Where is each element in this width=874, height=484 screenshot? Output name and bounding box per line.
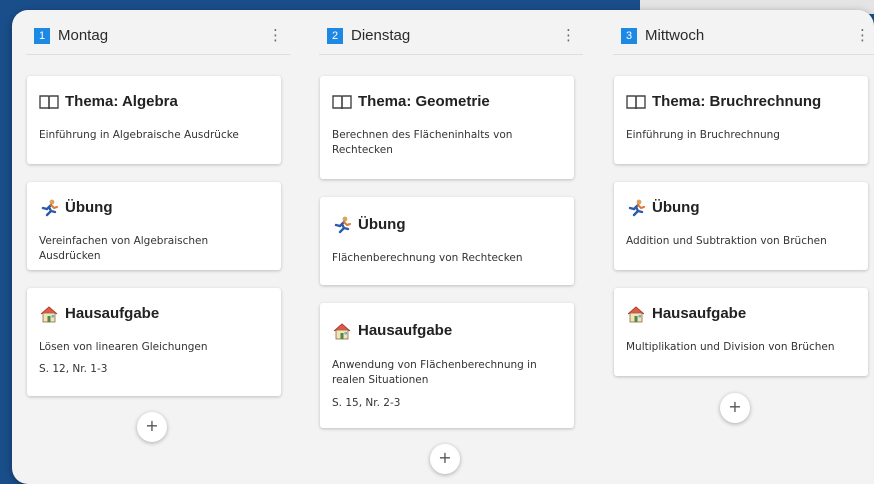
lesson-card-topic[interactable]: Thema: Bruchrechnung Einführung in Bruch… [614,76,868,164]
column-menu-icon[interactable]: ⋮ [268,26,283,46]
column-header: 2 Dienstag ⋮ [319,26,583,55]
house-icon [39,305,59,323]
card-reference: S. 15, Nr. 2-3 [332,397,401,409]
column-menu-icon[interactable]: ⋮ [855,26,870,46]
book-icon [39,93,59,111]
house-icon [626,305,646,323]
lesson-card-topic[interactable]: Thema: Geometrie Berechnen des Flächenin… [320,76,574,179]
card-title: Hausaufgabe [652,305,747,322]
add-card-button[interactable]: + [137,412,167,442]
lesson-card-homework[interactable]: Hausaufgabe Multiplikation und Division … [614,288,868,376]
day-number-badge: 3 [621,28,637,44]
lesson-card-exercise[interactable]: Übung Addition und Subtraktion von Brüch… [614,182,868,270]
day-column-mittwoch: 3 Mittwoch ⋮ Thema: Bruchrechnung Einfüh… [599,10,874,484]
card-description: Einführung in Bruchrechnung [626,129,780,141]
card-description: Einführung in Algebraische Ausdrücke [39,129,239,141]
day-number-badge: 2 [327,28,343,44]
card-title: Übung [65,199,113,216]
lesson-card-homework[interactable]: Hausaufgabe Anwendung von Flächenberechn… [320,303,574,428]
runner-icon [332,216,352,234]
book-icon [626,93,646,111]
card-description: Flächenberechnung von Rechtecken [332,252,523,264]
card-title: Übung [652,199,700,216]
day-title: Montag [58,27,109,44]
day-title: Mittwoch [645,27,705,44]
day-column-dienstag: 2 Dienstag ⋮ Thema: Geometrie Berechnen … [305,10,583,484]
card-description: Vereinfachen von Algebraischen Ausdrücke… [39,235,209,262]
card-description: Addition und Subtraktion von Brüchen [626,235,827,247]
day-column-montag: 1 Montag ⋮ Thema: Algebra Einführung in … [12,10,290,484]
card-description: Anwendung von Flächenberechnung in reale… [332,359,537,386]
column-menu-icon[interactable]: ⋮ [561,26,576,46]
runner-icon [39,199,59,217]
lesson-card-topic[interactable]: Thema: Algebra Einführung in Algebraisch… [27,76,281,164]
lesson-card-exercise[interactable]: Übung Vereinfachen von Algebraischen Aus… [27,182,281,270]
book-icon [332,93,352,111]
card-description: Lösen von linearen Gleichungen [39,341,208,353]
column-header: 3 Mittwoch ⋮ [613,26,874,55]
card-title: Hausaufgabe [65,305,160,322]
add-card-button[interactable]: + [430,444,460,474]
day-number-badge: 1 [34,28,50,44]
card-reference: S. 12, Nr. 1-3 [39,363,108,375]
card-title: Hausaufgabe [358,322,453,339]
card-title: Thema: Geometrie [358,93,490,110]
lesson-card-exercise[interactable]: Übung Flächenberechnung von Rechtecken [320,197,574,285]
add-card-button[interactable]: + [720,393,750,423]
card-description: Multiplikation und Division von Brüchen [626,341,835,353]
card-title: Thema: Algebra [65,93,178,110]
day-title: Dienstag [351,27,411,44]
card-description: Berechnen des Flächeninhalts von Rechtec… [332,129,513,156]
house-icon [332,322,352,340]
card-title: Thema: Bruchrechnung [652,93,822,110]
week-board: 1 Montag ⋮ Thema: Algebra Einführung in … [12,10,874,484]
runner-icon [626,199,646,217]
column-header: 1 Montag ⋮ [26,26,290,55]
lesson-card-homework[interactable]: Hausaufgabe Lösen von linearen Gleichung… [27,288,281,396]
card-title: Übung [358,216,406,233]
